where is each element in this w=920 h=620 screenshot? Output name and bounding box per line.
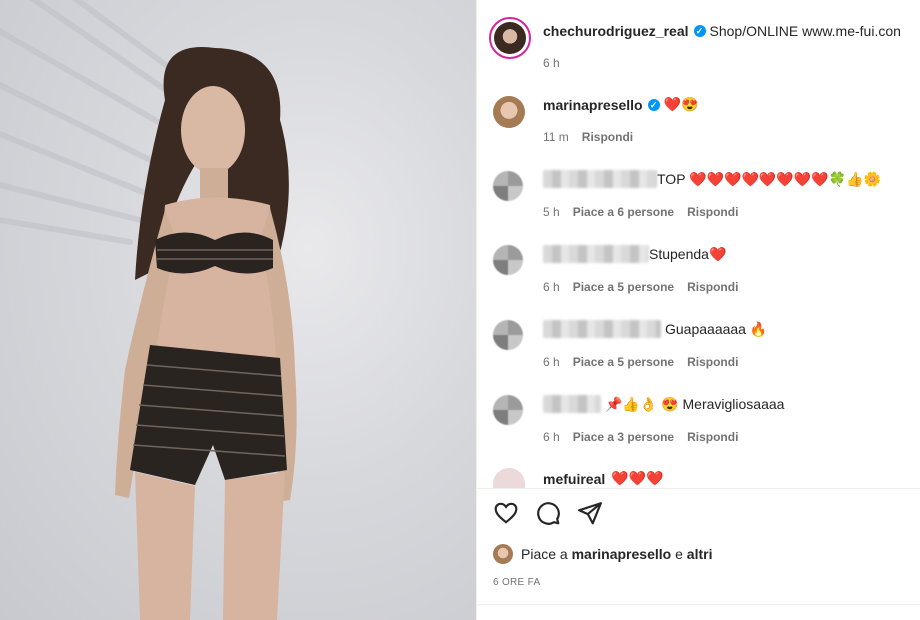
blurred-username (543, 320, 661, 338)
post-age: 6 ORE FA (493, 577, 541, 588)
comment-username[interactable]: marinapresello (543, 97, 643, 113)
footer-divider (476, 604, 920, 605)
comment-text: Guapaaaaaa 🔥 (665, 320, 768, 337)
instagram-post-view: chechurodriguez_real ✓ Shop/ONLINE www.m… (0, 0, 920, 620)
comment-avatar[interactable] (493, 395, 523, 425)
comment-text: ❤️😍 (663, 96, 699, 112)
likes-count[interactable]: Piace a 5 persone (573, 280, 674, 294)
comment-row: marinapresello ✓ ❤️😍 (543, 96, 698, 113)
comment-row: mefuireal ❤️❤️❤️ (543, 470, 664, 487)
blurred-username (543, 245, 649, 263)
actions-divider (476, 488, 920, 489)
comment-meta: 6 h Piace a 5 persone Rispondi (543, 355, 739, 369)
liker-avatar (493, 544, 513, 564)
comment-row: Stupenda❤️ (543, 245, 726, 263)
comment-avatar[interactable] (493, 96, 525, 128)
heart-outline-icon[interactable] (493, 500, 519, 526)
comment-icon[interactable] (535, 500, 561, 526)
blurred-username (543, 170, 657, 188)
likes-count[interactable]: Piace a 5 persone (573, 355, 674, 369)
reply-button[interactable]: Rispondi (687, 205, 738, 219)
reply-button[interactable]: Rispondi (687, 280, 738, 294)
reply-button[interactable]: Rispondi (687, 430, 738, 444)
author-avatar[interactable] (489, 17, 531, 59)
comment-meta: 11 m Rispondi (543, 130, 634, 144)
post-photo[interactable] (0, 0, 476, 620)
comment-text: Stupenda❤️ (649, 245, 727, 262)
author-username[interactable]: chechurodriguez_real (543, 23, 689, 39)
comment-avatar[interactable] (493, 320, 523, 350)
likes-count[interactable]: Piace a 6 persone (573, 205, 674, 219)
likes-summary[interactable]: Piace a marinapresello e altri (493, 544, 712, 564)
action-bar (493, 500, 603, 526)
likes-others[interactable]: altri (687, 546, 713, 562)
comment-row: 📌👍👌 😍 Meravigliosaaaa (543, 395, 784, 413)
post-time: 6 h (543, 56, 560, 70)
comment-avatar[interactable] (493, 245, 523, 275)
comments-panel (476, 0, 920, 620)
liker-username[interactable]: marinapresello (572, 546, 672, 562)
reply-button[interactable]: Rispondi (582, 130, 633, 144)
post-caption: Shop/ONLINE www.me-fui.con (709, 23, 901, 39)
comment-meta: 6 h Piace a 5 persone Rispondi (543, 280, 739, 294)
comment-text: TOP ❤️❤️❤️❤️❤️❤️❤️❤️🍀👍🌼 (657, 170, 881, 187)
model-figure (115, 47, 297, 620)
comment-avatar[interactable] (493, 171, 523, 201)
verified-badge-icon: ✓ (693, 25, 706, 37)
share-icon[interactable] (577, 500, 603, 526)
comment-meta: 6 h Piace a 3 persone Rispondi (543, 430, 739, 444)
likes-prefix: Piace a (521, 546, 568, 562)
likes-count[interactable]: Piace a 3 persone (573, 430, 674, 444)
verified-badge-icon: ✓ (647, 98, 660, 111)
comment-text: ❤️❤️❤️ (611, 470, 664, 486)
comment-meta: 5 h Piace a 6 persone Rispondi (543, 205, 739, 219)
comment-text: 📌👍👌 😍 Meravigliosaaaa (605, 395, 785, 412)
post-caption-row: chechurodriguez_real ✓ Shop/ONLINE www.m… (543, 23, 901, 39)
comment-row: Guapaaaaaa 🔥 (543, 320, 767, 338)
likes-joiner: e (675, 546, 683, 562)
comment-row: TOP ❤️❤️❤️❤️❤️❤️❤️❤️🍀👍🌼 (543, 170, 881, 188)
blurred-username (543, 395, 601, 413)
comment-username[interactable]: mefuireal (543, 471, 605, 487)
reply-button[interactable]: Rispondi (687, 355, 738, 369)
